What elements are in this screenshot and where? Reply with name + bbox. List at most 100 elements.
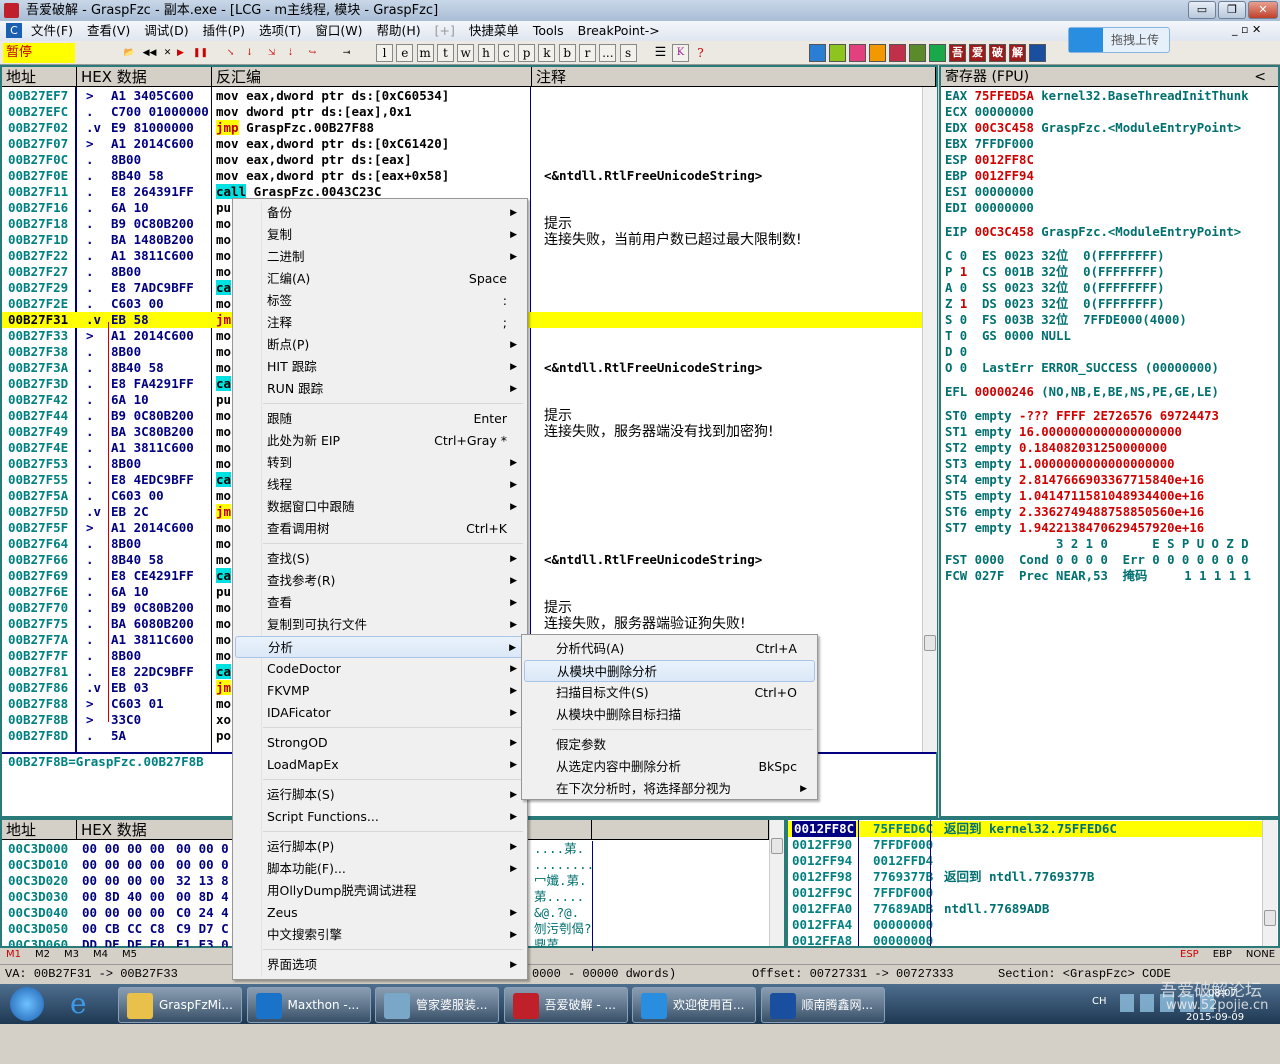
register-line[interactable]: FST 0000 Cond 0 0 0 0 Err 0 0 0 0 0 0 0 — [945, 552, 1251, 568]
register-line[interactable]: D 0 — [945, 344, 1251, 360]
upload-button[interactable]: 拖拽上传 — [1068, 27, 1170, 53]
plugin-icon-0[interactable] — [809, 44, 826, 62]
disasm-row[interactable]: 00B27F0C. 8B00 mov eax,dword ptr ds:[eax] — [2, 152, 922, 168]
context-menu-item[interactable]: 查找参考(R) ▶ — [235, 570, 525, 592]
window-button-moremoremore[interactable]: ... — [599, 44, 617, 62]
taskbar-item[interactable]: Maxthon -... — [246, 987, 371, 1023]
stack-row[interactable]: 0012FF90 7FFDF000 — [788, 837, 1262, 853]
submenu-item[interactable]: 从选定内容中删除分析 BkSpc — [524, 756, 815, 778]
dump-column-extra[interactable] — [592, 820, 769, 840]
stack-row[interactable]: 0012FFA0 77689ADB ntdll.77689ADB — [788, 901, 1262, 917]
minimize-button[interactable]: ▭ — [1188, 1, 1216, 19]
register-line[interactable]: EFL 00000246 (NO,NB,E,BE,NS,PE,GE,LE) — [945, 384, 1251, 400]
context-menu-item[interactable]: 脚本功能(F)... ▶ — [235, 858, 525, 880]
stack-mode-NONE[interactable]: NONE — [1246, 949, 1275, 960]
window-button-h[interactable]: h — [477, 44, 495, 62]
taskbar-item[interactable]: 顺南腾鑫网... — [760, 987, 885, 1023]
menu-8[interactable]: 快捷菜单 — [462, 21, 526, 41]
plugin-icon-1[interactable] — [829, 44, 846, 62]
plugin-icon-7[interactable]: 吾 — [949, 44, 966, 62]
menu-0[interactable]: 文件(F) — [24, 21, 80, 41]
menu-10[interactable]: BreakPoint-> — [571, 21, 667, 41]
options-icon[interactable]: K — [672, 44, 689, 62]
trace-over-icon[interactable]: ⇣ — [282, 44, 299, 62]
disasm-row[interactable]: 00B27EF7 > A1 3405C600 mov eax,dword ptr ds… — [2, 88, 922, 104]
register-line[interactable]: ST0 empty -??? FFFF 2E726576 69724473 — [945, 408, 1251, 424]
stack-row[interactable]: 0012FF98 7769377B 返回到 ntdll.7769377B — [788, 869, 1262, 885]
column-disassembly[interactable]: 反汇编 — [212, 67, 532, 87]
stack-row[interactable]: 0012FFA4 00000000 — [788, 917, 1262, 933]
close-button[interactable]: ✕ — [1248, 1, 1278, 19]
stack-mode-EBP[interactable]: EBP — [1213, 949, 1232, 960]
execute-till-return-icon[interactable]: ↪ — [304, 44, 321, 62]
submenu-item[interactable]: 扫描目标文件(S) Ctrl+O — [524, 682, 815, 704]
column-hex[interactable]: HEX 数据 — [77, 67, 212, 87]
disasm-row[interactable]: 00B27F0E. 8B40 58 mov eax,dword ptr ds:[ea… — [2, 168, 922, 184]
window-button-e[interactable]: e — [396, 44, 414, 62]
go-to-icon[interactable]: ⇥ — [338, 44, 355, 62]
register-line[interactable]: A 0 SS 0023 32位 0(FFFFFFFF) — [945, 280, 1251, 296]
register-line[interactable]: ESI 00000000 — [945, 184, 1251, 200]
context-menu-item[interactable]: FKVMP ▶ — [235, 680, 525, 702]
dump-tab-M2[interactable]: M2 — [35, 949, 50, 960]
context-menu-item[interactable]: 查找(S) ▶ — [235, 548, 525, 570]
submenu-item[interactable]: 在下次分析时，将选择部分视为 ▶ — [524, 778, 815, 800]
submenu-item[interactable]: 分析代码(A) Ctrl+A — [524, 638, 815, 660]
window-button-s[interactable]: s — [619, 44, 637, 62]
stack-row[interactable]: 0012FF94 0012FFD4 — [788, 853, 1262, 869]
stack-pane[interactable]: 0012FF8C 75FFED6C 返回到 kernel32.75FFED6C 001… — [786, 818, 1280, 948]
window-button-l[interactable]: l — [376, 44, 393, 62]
menu-9[interactable]: Tools — [526, 21, 571, 41]
register-line[interactable]: EAX 75FFED5A kernel32.BaseThreadInitThun… — [945, 88, 1251, 104]
open-icon[interactable]: 📂 — [121, 44, 138, 62]
taskbar-item[interactable]: 管家婆服装... — [375, 987, 499, 1023]
context-menu-item[interactable]: HIT 跟踪 ▶ — [235, 356, 525, 378]
register-line[interactable]: FCW 027F Prec NEAR,53 掩码 1 1 1 1 1 — [945, 568, 1251, 584]
window-button-t[interactable]: t — [436, 44, 454, 62]
submenu-item[interactable]: 假定参数 — [524, 734, 815, 756]
plugin-icon-9[interactable]: 破 — [989, 44, 1006, 62]
submenu-item[interactable]: 从模块中删除目标扫描 — [524, 704, 815, 726]
context-menu-item[interactable]: 数据窗口中跟随 ▶ — [235, 496, 525, 518]
context-menu-item[interactable]: CodeDoctor ▶ — [235, 658, 525, 680]
register-line[interactable]: EDX 00C3C458 GraspFzc.<ModuleEntryPoint> — [945, 120, 1251, 136]
stack-scrollbar[interactable] — [1262, 820, 1277, 946]
disasm-row[interactable]: 00B27EFC. C700 01000000 mov dword ptr ds:[… — [2, 104, 922, 120]
registers-pane[interactable]: 寄存器 (FPU) < EAX 75FFED5A kernel32.BaseTh… — [939, 65, 1280, 818]
plugin-icon-8[interactable]: 爱 — [969, 44, 986, 62]
window-button-b[interactable]: b — [558, 44, 576, 62]
register-line[interactable]: EIP 00C3C458 GraspFzc.<ModuleEntryPoint> — [945, 224, 1251, 240]
dump-tab-M1[interactable]: M1 — [6, 949, 21, 960]
context-menu-item[interactable]: 运行脚本(S) ▶ — [235, 784, 525, 806]
register-line[interactable]: T 0 GS 0000 NULL — [945, 328, 1251, 344]
mdi-controls[interactable]: _ ▫ ✕ — [1232, 23, 1261, 36]
register-line[interactable]: ECX 00000000 — [945, 104, 1251, 120]
menu-6[interactable]: 帮助(H) — [369, 21, 427, 41]
stack-mode-ESP[interactable]: ESP — [1180, 949, 1199, 960]
register-line[interactable]: C 0 ES 0023 32位 0(FFFFFFFF) — [945, 248, 1251, 264]
context-menu-item[interactable]: 注释; — [235, 312, 525, 334]
register-line[interactable]: ST1 empty 16.0000000000000000000 — [945, 424, 1251, 440]
stack-row[interactable]: 0012FFA8 00000000 — [788, 933, 1262, 946]
dump-tab-M5[interactable]: M5 — [122, 949, 137, 960]
step-into-icon[interactable]: ↘ — [222, 44, 239, 62]
register-line[interactable]: ST5 empty 1.0414711581048934400e+16 — [945, 488, 1251, 504]
register-line[interactable]: ST2 empty 0.184082031250000000 — [945, 440, 1251, 456]
column-comment[interactable]: 注释 — [532, 67, 936, 87]
register-line[interactable]: ST3 empty 1.0000000000000000000 — [945, 456, 1251, 472]
context-menu-item[interactable]: 备份 ▶ — [235, 202, 525, 224]
context-menu-item[interactable]: Script Functions... ▶ — [235, 806, 525, 828]
register-line[interactable]: EBX 7FFDF000 — [945, 136, 1251, 152]
context-menu-item[interactable]: 中文搜索引擎 ▶ — [235, 924, 525, 946]
context-menu-item[interactable]: IDAFicator ▶ — [235, 702, 525, 724]
context-menu-item[interactable]: 汇编(A) Space — [235, 268, 525, 290]
context-menu-item[interactable]: 线程 ▶ — [235, 474, 525, 496]
context-menu-item[interactable]: 查看 ▶ — [235, 592, 525, 614]
language-indicator[interactable]: CH — [1092, 996, 1107, 1007]
dump-column-address[interactable]: 地址 — [2, 820, 77, 840]
plugin-icon-11[interactable] — [1029, 44, 1046, 62]
dump-scrollbar[interactable] — [769, 820, 784, 946]
window-button-p[interactable]: p — [518, 44, 536, 62]
plugin-icon-10[interactable]: 解 — [1009, 44, 1026, 62]
window-button-m[interactable]: m — [416, 44, 434, 62]
